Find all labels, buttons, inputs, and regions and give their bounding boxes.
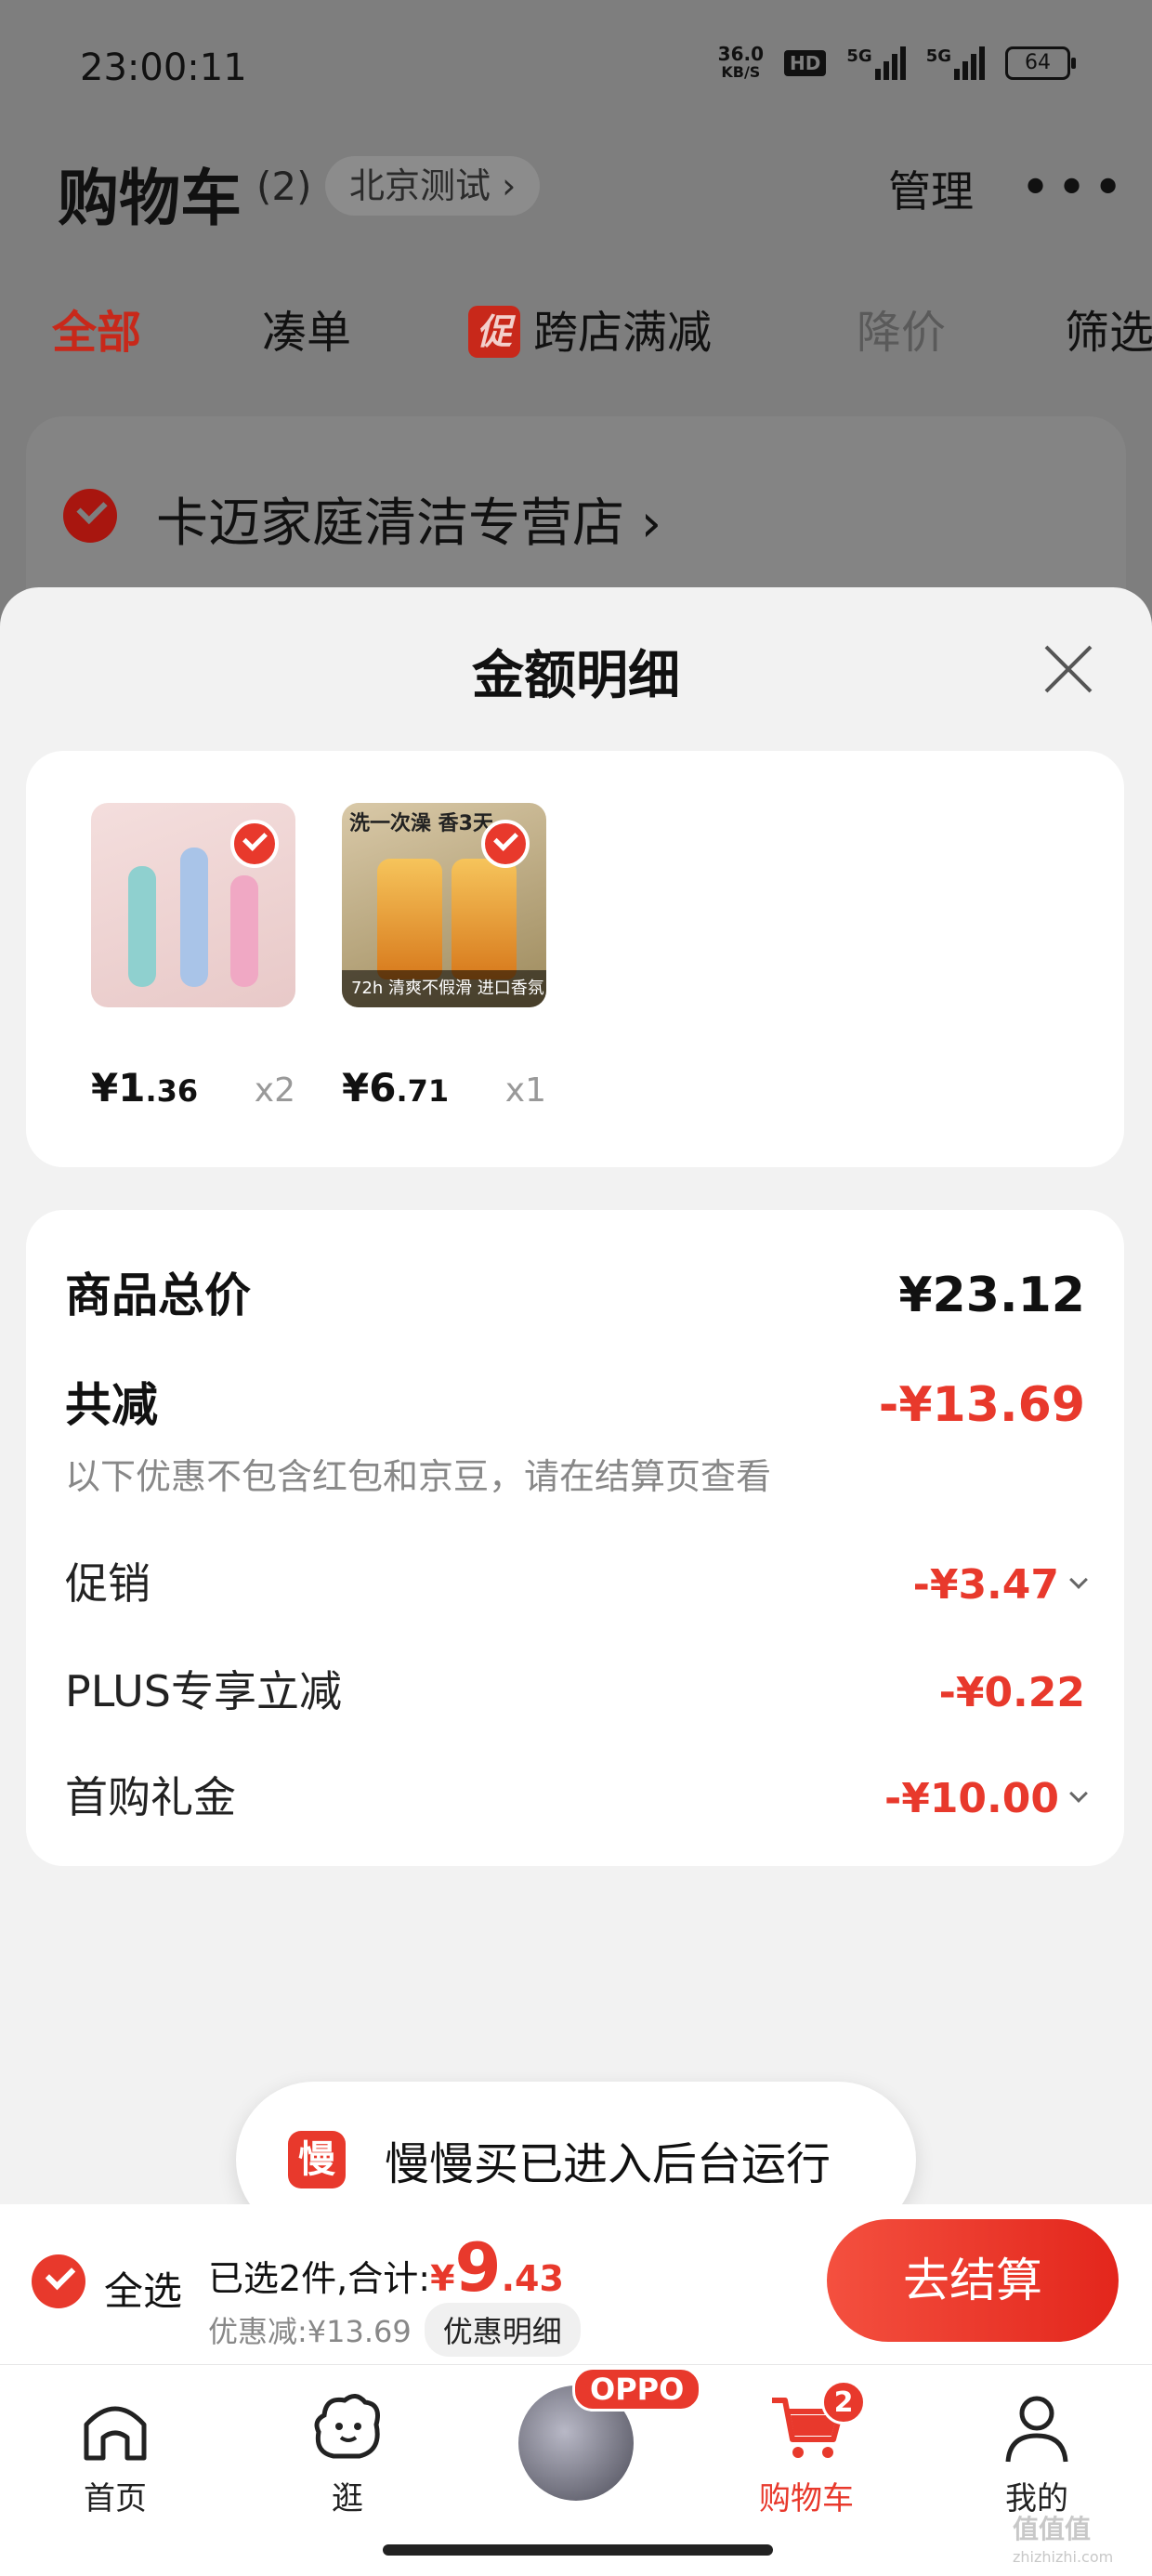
product-qty: x1 — [504, 1071, 546, 1110]
promo-label: 促销 — [65, 1558, 151, 1609]
product-image-text: 洗一次澡 香3天 — [349, 812, 493, 835]
product-item[interactable]: ¥1.36 x2 — [91, 803, 295, 1111]
close-icon[interactable] — [1039, 639, 1098, 699]
more-icon[interactable]: ••• — [1020, 158, 1129, 218]
filter-tabs: 全部 凑单 促跨店满减 降价 筛选 — [0, 296, 1152, 370]
select-all-check-icon[interactable] — [32, 2254, 85, 2308]
nav-explore[interactable]: 逛 — [273, 2387, 422, 2518]
checkout-bar: 全选 已选2件,合计:¥9.43 优惠减:¥13.69 优惠明细 去结算 — [0, 2204, 1152, 2364]
nav-oppo-promo[interactable]: OPPO — [502, 2367, 702, 2501]
page-title: 购物车 — [58, 163, 242, 234]
signal-icon-2: 5G — [926, 46, 985, 80]
cart-count: (2) — [256, 164, 312, 209]
tab-bundle[interactable]: 凑单 — [262, 296, 351, 361]
sheet-title: 金额明细 — [472, 646, 680, 706]
item-check-icon[interactable] — [230, 820, 279, 868]
total-amount: ¥9.43 — [430, 2228, 564, 2307]
product-qty: x2 — [254, 1071, 295, 1110]
toast-text: 慢慢买已进入后台运行 — [385, 2138, 831, 2190]
discount-detail-button[interactable]: 优惠明细 — [424, 2303, 581, 2357]
oppo-phone-promo[interactable]: OPPO — [518, 2367, 702, 2501]
total-row: 商品总价 ¥23.12 — [65, 1258, 1085, 1325]
store-check-icon[interactable] — [63, 489, 117, 543]
promo-badge: 促 — [468, 306, 520, 358]
price-summary-card: 商品总价 ¥23.12 共减 -¥13.69 以下优惠不包含红包和京豆，请在结算… — [26, 1210, 1124, 1866]
status-time: 23:00:11 — [80, 46, 247, 89]
discount-value: -¥13.69 — [878, 1377, 1085, 1433]
battery-icon: 64 — [1005, 46, 1076, 80]
location-selector[interactable]: 北京测试 › — [325, 156, 541, 216]
network-speed: 36.0 KB/S — [717, 43, 765, 81]
select-all-label[interactable]: 全选 — [104, 2260, 182, 2317]
product-price: ¥6.71 — [342, 1065, 450, 1111]
selected-items-card: ¥1.36 x2 洗一次澡 香3天 72h 清爽不假滑 进口香氛 ¥6.71 x… — [26, 751, 1124, 1167]
chevron-down-icon[interactable] — [1069, 1783, 1088, 1803]
gift-value: -¥10.00 — [884, 1775, 1088, 1822]
promo-value: -¥3.47 — [913, 1561, 1088, 1609]
watermark: 值值值 zhizhizhi.com — [1013, 2514, 1114, 2566]
amount-detail-sheet: 金额明细 ¥1.36 x2 洗一次澡 香3天 72h 清爽不假滑 进口香氛 ¥6… — [0, 587, 1152, 2204]
nav-profile[interactable]: 我的 — [962, 2387, 1111, 2518]
selected-total: 已选2件,合计:¥9.43 — [208, 2228, 564, 2307]
status-bar: 23:00:11 36.0 KB/S HD 5G 5G 64 — [0, 0, 1152, 139]
store-name[interactable]: 卡迈家庭清洁专营店 › — [156, 481, 661, 557]
cart-header: 购物车 (2) 北京测试 › 管理 ••• — [0, 139, 1152, 279]
promo-row[interactable]: 促销 -¥3.47 — [65, 1550, 1088, 1611]
home-icon — [84, 2406, 147, 2461]
tab-filter[interactable]: 筛选 — [1065, 296, 1152, 361]
total-value: ¥23.12 — [898, 1268, 1085, 1323]
nav-cart[interactable]: 2 购物车 — [732, 2380, 881, 2518]
chevron-down-icon[interactable] — [1069, 1570, 1088, 1589]
product-price: ¥1.36 — [91, 1065, 199, 1111]
plus-value: -¥0.22 — [938, 1669, 1085, 1716]
tab-all[interactable]: 全部 — [52, 296, 141, 361]
signal-icon: 5G — [846, 46, 906, 80]
discount-info: 优惠减:¥13.69 优惠明细 — [208, 2303, 581, 2357]
oppo-badge: OPPO — [572, 2367, 702, 2412]
product-item[interactable]: 洗一次澡 香3天 72h 清爽不假滑 进口香氛 ¥6.71 x1 — [342, 803, 546, 1111]
explore-face-icon — [314, 2394, 380, 2459]
plus-label: PLUS专享立减 — [65, 1666, 342, 1716]
product-image[interactable] — [91, 803, 295, 1007]
status-icons: 36.0 KB/S HD 5G 5G 64 — [717, 43, 1076, 82]
tab-cross-store-label: 跨店满减 — [533, 307, 713, 359]
product-image[interactable]: 洗一次澡 香3天 72h 清爽不假滑 进口香氛 — [342, 803, 546, 1007]
item-check-icon[interactable] — [481, 820, 530, 868]
app-logo-icon: 慢 — [288, 2131, 346, 2188]
cart-badge: 2 — [821, 2380, 866, 2425]
home-indicator[interactable] — [383, 2544, 773, 2556]
gift-row[interactable]: 首购礼金 -¥10.00 — [65, 1764, 1088, 1825]
tab-price-drop[interactable]: 降价 — [857, 296, 946, 361]
profile-icon — [1005, 2396, 1068, 2463]
gift-label: 首购礼金 — [65, 1772, 236, 1822]
discount-row: 共减 -¥13.69 — [65, 1368, 1085, 1435]
total-label: 商品总价 — [65, 1268, 251, 1322]
tab-cross-store[interactable]: 促跨店满减 — [468, 296, 712, 361]
plus-row: PLUS专享立减 -¥0.22 — [65, 1658, 1085, 1719]
discount-note: 以下优惠不包含红包和京豆，请在结算页查看 — [65, 1456, 772, 1497]
checkout-button[interactable]: 去结算 — [827, 2219, 1119, 2342]
manage-button[interactable]: 管理 — [888, 158, 974, 219]
discount-label: 共减 — [65, 1378, 158, 1432]
nav-home[interactable]: 首页 — [41, 2387, 190, 2518]
hd-icon: HD — [784, 50, 827, 76]
product-image-caption: 72h 清爽不假滑 进口香氛 — [342, 970, 546, 1007]
